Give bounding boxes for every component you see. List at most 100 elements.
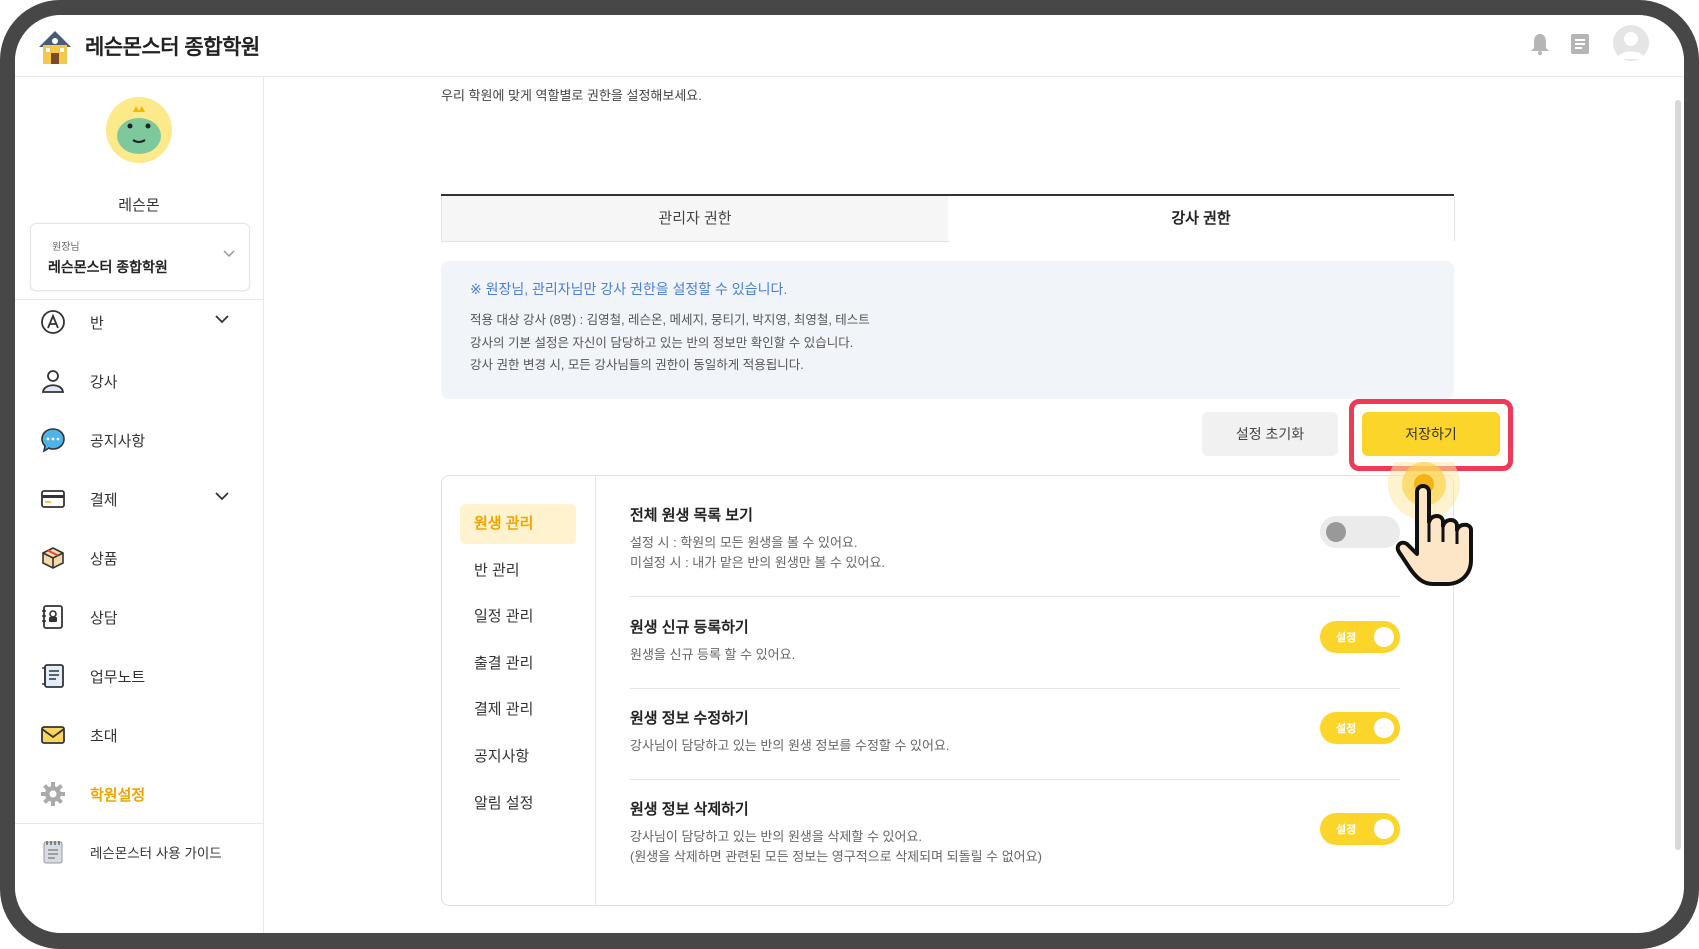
sidebar: 레슨몬 원장님 레슨몬스터 종합학원 반 강사 공지사항 결제 상품 상담 업무… (15, 77, 264, 933)
permission-desc-line: 설정 시 : 학원의 모든 원생을 볼 수 있어요. (630, 535, 858, 550)
tab-admin-permission[interactable]: 관리자 권한 (441, 196, 949, 242)
sidebar-item-label: 강사 (90, 374, 118, 391)
pointer-hand-icon (1388, 462, 1473, 586)
category-class-management[interactable]: 반 관리 (460, 551, 576, 591)
notice-line: 강사 권한 변경 시, 모든 강사님들의 권한이 동일하게 적용됩니다. (470, 358, 804, 372)
sidebar-item-label: 학원설정 (90, 787, 146, 804)
save-button-highlight (1349, 399, 1513, 471)
permission-description: 원생을 신규 등록 할 수 있어요. (630, 647, 796, 662)
app-title: 레슨몬스터 종합학원 (85, 36, 260, 59)
category-attendance-management[interactable]: 출결 관리 (460, 644, 576, 684)
sidebar-item-payment[interactable]: 결제 (15, 473, 263, 523)
permission-item: 원생 정보 삭제하기 강사님이 담당하고 있는 반의 원생을 삭제할 수 있어요… (630, 798, 1400, 867)
notice-box: ※ 원장님, 관리자님만 강사 권한을 설정할 수 있습니다. 적용 대상 강사… (441, 261, 1454, 399)
sidebar-item-label: 상품 (90, 551, 118, 568)
toggle-knob (1374, 627, 1394, 647)
permission-desc-line: 미설정 시 : 내가 맡은 반의 원생만 볼 수 있어요. (630, 555, 886, 570)
permission-divider (630, 596, 1400, 597)
academy-name: 레슨몬스터 종합학원 (48, 259, 168, 275)
notice-line: 적용 대상 강사 (8명) : 김영철, 레슨온, 메세지, 뭉티기, 박지영,… (470, 313, 870, 327)
academy-selector[interactable]: 원장님 레슨몬스터 종합학원 (30, 223, 250, 291)
permission-title: 원생 신규 등록하기 (630, 619, 749, 636)
panel-divider (595, 476, 596, 905)
toggle-delete-student[interactable]: 설정 (1320, 813, 1400, 845)
sidebar-item-label: 상담 (90, 610, 118, 627)
document-icon[interactable] (1570, 33, 1590, 55)
sidebar-item-invite[interactable]: 초대 (15, 709, 263, 759)
academy-role: 원장님 (52, 242, 80, 253)
permission-item: 원생 정보 수정하기 강사님이 담당하고 있는 반의 원생 정보를 수정할 수 … (630, 707, 1400, 756)
permission-desc-line: (원생을 삭제하면 관련된 모든 정보는 영구적으로 삭제되며 되돌릴 수 없어… (630, 849, 1042, 864)
class-icon (41, 310, 65, 334)
person-icon (41, 370, 65, 393)
chat-bubble-icon (41, 428, 65, 453)
scrollbar[interactable] (1675, 100, 1681, 850)
sidebar-item-class[interactable]: 반 (15, 296, 263, 346)
toggle-knob (1326, 522, 1346, 542)
box-icon (42, 547, 64, 569)
sidebar-divider (15, 823, 263, 824)
intro-text: 우리 학원에 맞게 역할별로 권한을 설정해보세요. (441, 88, 702, 103)
sidebar-item-label: 업무노트 (90, 669, 146, 686)
sidebar-item-product[interactable]: 상품 (15, 532, 263, 582)
user-avatar-icon[interactable] (1613, 25, 1649, 61)
sidebar-item-consult[interactable]: 상담 (15, 591, 263, 641)
contact-book-icon (42, 605, 63, 629)
chevron-down-icon (223, 250, 235, 258)
top-header: 레슨몬스터 종합학원 (15, 15, 1684, 77)
permission-title: 원생 정보 삭제하기 (630, 801, 749, 818)
notice-line: 강사의 기본 설정은 자신이 담당하고 있는 반의 정보만 확인할 수 있습니다… (470, 336, 854, 350)
card-icon (41, 490, 65, 508)
category-notification-settings[interactable]: 알림 설정 (460, 784, 576, 824)
toggle-register-student[interactable]: 설정 (1320, 621, 1400, 653)
permission-tabs: 관리자 권한 강사 권한 (441, 194, 1455, 243)
category-student-management[interactable]: 원생 관리 (460, 504, 576, 544)
guide-label: 레슨몬스터 사용 가이드 (90, 846, 222, 861)
school-logo-icon (39, 31, 71, 64)
toggle-label: 설정 (1336, 632, 1357, 644)
permission-title: 원생 정보 수정하기 (630, 710, 749, 727)
permission-description: 설정 시 : 학원의 모든 원생을 볼 수 있어요. 미설정 시 : 내가 맡은… (630, 533, 1400, 573)
notice-title: ※ 원장님, 관리자님만 강사 권한을 설정할 수 있습니다. (470, 281, 788, 297)
permission-item: 원생 신규 등록하기 원생을 신규 등록 할 수 있어요. (630, 616, 1400, 665)
permission-divider (630, 688, 1400, 689)
sidebar-item-label: 결제 (90, 492, 118, 509)
permission-title: 전체 원생 목록 보기 (630, 507, 753, 524)
bell-icon[interactable] (1530, 33, 1550, 55)
toggle-knob (1374, 819, 1394, 839)
sidebar-item-notice[interactable]: 공지사항 (15, 414, 263, 464)
chevron-down-icon (215, 315, 229, 324)
notepad-icon (43, 841, 63, 864)
main-content: 우리 학원에 맞게 역할별로 권한을 설정해보세요. 관리자 권한 강사 권한 … (264, 77, 1684, 933)
category-schedule-management[interactable]: 일정 관리 (460, 597, 576, 637)
permission-description: 강사님이 담당하고 있는 반의 원생 정보를 수정할 수 있어요. (630, 738, 950, 753)
permission-description: 강사님이 담당하고 있는 반의 원생을 삭제할 수 있어요. (원생을 삭제하면… (630, 827, 1400, 867)
reset-settings-button[interactable]: 설정 초기화 (1202, 412, 1338, 456)
sidebar-item-label: 공지사항 (90, 433, 146, 450)
sidebar-item-worknote[interactable]: 업무노트 (15, 650, 263, 700)
permission-divider (630, 779, 1400, 780)
chevron-down-icon (215, 492, 229, 501)
category-payment-management[interactable]: 결제 관리 (460, 690, 576, 730)
tab-teacher-permission[interactable]: 강사 권한 (948, 196, 1455, 241)
permission-desc-line: 강사님이 담당하고 있는 반의 원생을 삭제할 수 있어요. (630, 829, 923, 844)
envelope-icon (41, 726, 65, 744)
permission-item: 전체 원생 목록 보기 설정 시 : 학원의 모든 원생을 볼 수 있어요. 미… (630, 504, 1400, 573)
profile-name: 레슨몬 (118, 197, 160, 214)
toggle-label: 설정 (1336, 723, 1357, 735)
toggle-edit-student[interactable]: 설정 (1320, 712, 1400, 744)
gear-icon (41, 782, 65, 806)
toggle-label: 설정 (1336, 824, 1357, 836)
sidebar-item-teacher[interactable]: 강사 (15, 355, 263, 405)
screen: 레슨몬스터 종합학원 레슨몬 원장님 레슨몬스터 종합학원 반 강사 공지사항 … (15, 15, 1684, 933)
sidebar-item-label: 반 (90, 315, 104, 332)
sidebar-item-guide[interactable]: 레슨몬스터 사용 가이드 (15, 826, 263, 876)
permission-panel: 원생 관리 반 관리 일정 관리 출결 관리 결제 관리 공지사항 알림 설정 … (441, 475, 1454, 906)
profile-avatar[interactable] (105, 96, 173, 164)
sidebar-item-academy-settings[interactable]: 학원설정 (15, 768, 263, 818)
device-frame: 레슨몬스터 종합학원 레슨몬 원장님 레슨몬스터 종합학원 반 강사 공지사항 … (0, 0, 1699, 949)
sidebar-item-label: 초대 (90, 728, 118, 745)
category-notice[interactable]: 공지사항 (460, 737, 576, 777)
toggle-knob (1374, 718, 1394, 738)
notebook-icon (42, 664, 64, 688)
